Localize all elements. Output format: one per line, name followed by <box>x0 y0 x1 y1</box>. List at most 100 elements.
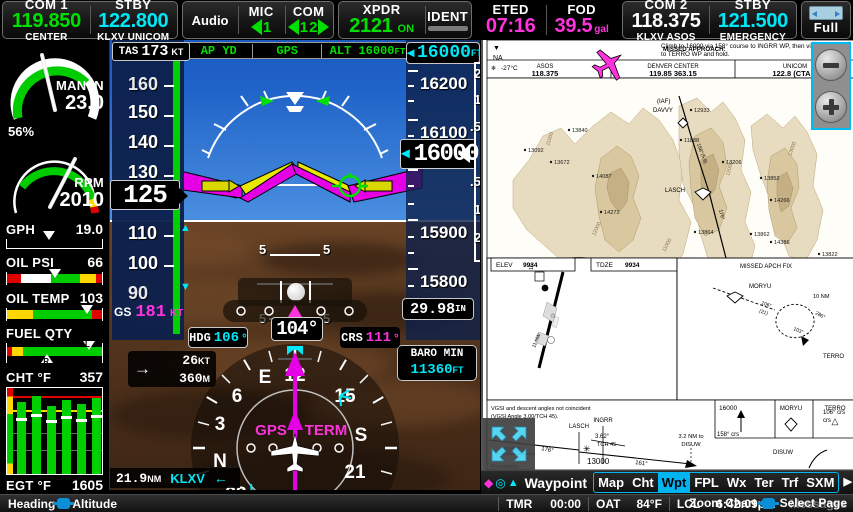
chart-zoom-controls[interactable] <box>811 42 851 130</box>
hsi-label-E: E <box>259 367 272 388</box>
selected-altitude-unit: FT <box>470 48 480 58</box>
chart-pan-fit-button[interactable] <box>483 418 535 470</box>
holding-moryu-label: MORYU <box>749 284 771 290</box>
peak-14087: 14087 <box>596 174 612 180</box>
airspeed-tick-110: 110 <box>128 223 158 243</box>
rpm-gauge: RPM 2010 <box>0 137 110 221</box>
fod-unit: gal <box>594 24 609 35</box>
approach-chart-graphic[interactable]: ▼ NA ❄ -27°C MISSED APPROACH: Climb to 1… <box>483 40 853 470</box>
airspeed-readout-box: 125 <box>110 180 180 210</box>
knob-icon[interactable] <box>53 498 75 509</box>
svg-text:crs: crs <box>823 418 831 424</box>
zoom-chart-hint: Zoom Chart <box>689 496 757 510</box>
mic-selector[interactable]: MIC 1 <box>237 2 285 38</box>
softkey-sxm[interactable]: SXM <box>802 472 838 493</box>
com2-standby[interactable]: STBY 121.500 EMERGENCY <box>709 0 796 43</box>
ma-altitude: 16000 <box>719 405 737 412</box>
manifold-pressure-gauge: MAN IN 23.0 <box>0 40 110 128</box>
fuel-full-cell[interactable]: Full <box>802 2 850 38</box>
softkey-bar[interactable]: ◆ ◎ ▲ Waypoint Map Cht Wpt FPL Wx Ter Tr… <box>481 470 853 494</box>
baro-min-unit: FT <box>452 365 464 375</box>
eted-cell: ETED 07:16 <box>476 1 546 39</box>
fod-value: 39.5 <box>554 15 593 37</box>
fuel-qty-label: FUEL QTY <box>6 326 73 341</box>
softkey-map[interactable]: Map <box>594 472 628 493</box>
selected-altitude-value: 16000 <box>416 43 471 63</box>
peak-13840: 13840 <box>572 128 588 134</box>
distance-value: 21.9 <box>116 471 148 486</box>
softkey-trf[interactable]: Trf <box>778 472 803 493</box>
softkey-more-arrow-icon[interactable]: ▶ <box>839 472 853 493</box>
transponder-box[interactable]: XPDR 2121 ON IDENT <box>337 1 472 39</box>
airspeed-tick-160: 160 <box>128 74 159 94</box>
tas-value: 173 <box>141 43 169 60</box>
com1-label: COM 1 <box>24 0 68 12</box>
softkey-group[interactable]: Map Cht Wpt FPL Wx Ter Trf SXM <box>593 472 840 493</box>
rpm-value: 2010 <box>59 189 105 211</box>
xpdr-code-cell[interactable]: XPDR 2121 ON <box>339 2 425 38</box>
altitude-tick-15900: 15900 <box>420 223 468 242</box>
fuel-qty-right-pointer: R <box>41 354 54 366</box>
engine-instrument-strip: MAN IN 23.0 56% RPM 2010 GPH 19.0 OIL PS… <box>0 40 110 493</box>
peak-13206: 13206 <box>726 160 742 166</box>
ap-mode-altitude: Altitude <box>72 496 118 511</box>
plus-icon[interactable] <box>815 91 847 123</box>
com1-active[interactable]: COM 1 119.850 CENTER <box>3 0 90 43</box>
chart-zoom-in-button[interactable] <box>813 86 849 128</box>
xpdr-mode: ON <box>397 23 415 35</box>
baro-minimums-box[interactable]: BARO MIN 11360FT <box>397 345 477 381</box>
com2-box[interactable]: COM 2 118.375 KLXV ASOS STBY 121.500 EME… <box>621 0 798 43</box>
map-legend-icons: ◆ ◎ ▲ <box>481 476 522 490</box>
peak-13862: 13862 <box>754 232 770 238</box>
softkey-fpl[interactable]: FPL <box>690 472 723 493</box>
wp-label-davvy: DAVVY <box>653 108 673 114</box>
profile-disuw: DISUW <box>773 450 793 456</box>
altitude-tape: 16200 16100 15900 15800 <box>406 40 480 340</box>
airspeed-pointer-arrow <box>179 188 188 204</box>
airspeed-tick-150: 150 <box>128 102 159 122</box>
chart-hint-bar: Zoom Chart Select Page <box>481 494 853 512</box>
audio-button[interactable]: Audio <box>183 2 238 38</box>
svg-text:✳: ✳ <box>583 444 591 454</box>
hsi-label-6: 6 <box>232 386 243 407</box>
com-selector[interactable]: COM 1 2 <box>284 2 333 38</box>
knob-icon-2[interactable] <box>757 497 779 509</box>
profile-moryu: MORYU <box>780 406 802 412</box>
softkey-wpt[interactable]: Wpt <box>657 472 691 493</box>
fuel-selector-box[interactable]: Full <box>801 1 851 39</box>
oil-temp-label: OIL TEMP <box>6 291 70 306</box>
audio-panel-box[interactable]: Audio MIC 1 COM 1 2 <box>181 1 334 39</box>
tdze-value: 9934 <box>625 262 640 269</box>
chart-na-label: NA <box>493 55 503 62</box>
track-readout-box: 104° <box>271 317 323 341</box>
ident-button[interactable]: IDENT <box>424 2 471 38</box>
softkey-cht[interactable]: Cht <box>628 472 658 493</box>
mic-value: 1 <box>262 18 272 36</box>
groundspeed-readout: GS 181 KT <box>114 303 183 322</box>
egt-value: 1605 <box>71 477 103 493</box>
tas-label: TAS <box>118 45 139 58</box>
primary-flight-display[interactable]: AP YD GPS ALT 16000FT 5 5 5 5 <box>110 40 480 490</box>
peak-13852: 13852 <box>764 176 780 182</box>
com1-box[interactable]: COM 1 119.850 CENTER STBY 122.800 KLXV U… <box>2 0 178 43</box>
com2-standby-frequency: 121.500 <box>717 9 789 32</box>
peak-14272: 14272 <box>604 210 620 216</box>
gs-value: 181 <box>135 303 166 322</box>
chart-zoom-out-button[interactable] <box>813 44 849 86</box>
hsi-label-3: 3 <box>215 414 226 435</box>
softkey-wx[interactable]: Wx <box>723 472 751 493</box>
vsi-tick-up1: 1 <box>474 92 480 107</box>
diamond-icon: ◆ <box>484 475 494 490</box>
cht-egt-bar-chart <box>6 387 103 475</box>
com1-standby[interactable]: STBY 122.800 KLXV UNICOM <box>89 0 177 43</box>
com2-active[interactable]: COM 2 118.375 KLXV ASOS <box>623 0 710 43</box>
approach-chart-pane[interactable]: ▼ NA ❄ -27°C MISSED APPROACH: Climb to 1… <box>481 40 853 470</box>
barometric-setting-box[interactable]: 29.98 IN <box>402 298 474 320</box>
softkey-ter[interactable]: Ter <box>750 472 777 493</box>
peak-14386: 14386 <box>774 240 790 246</box>
man-value: 23.0 <box>65 92 104 114</box>
baro-min-value: 11360 <box>410 362 453 378</box>
autopilot-mode-readout: Heading Altitude <box>0 497 117 511</box>
ma-course: 158° crs <box>717 432 739 438</box>
selected-altitude-box[interactable]: ◄ 16000 FT <box>404 42 480 64</box>
